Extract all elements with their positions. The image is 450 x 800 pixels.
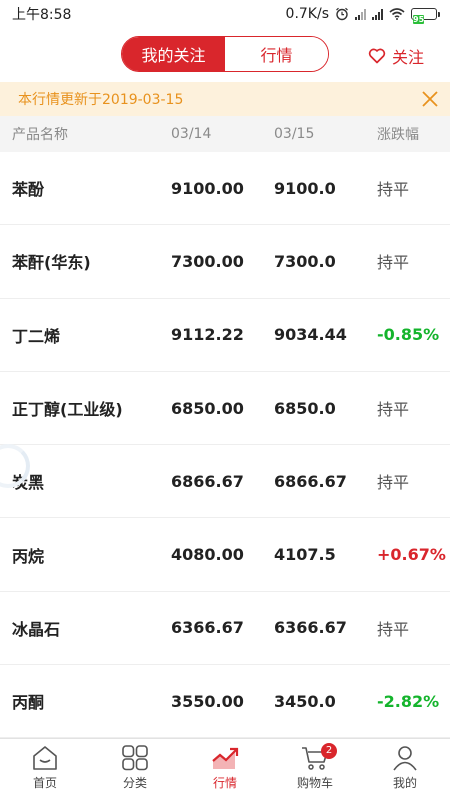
table-row[interactable]: 丙酮 3550.00 3450.0 -2.82%: [0, 665, 450, 739]
product-name: 丙烷: [12, 546, 45, 566]
close-icon[interactable]: [420, 89, 440, 109]
tabbar-label: 行情: [212, 776, 237, 790]
col-change: 涨跌幅: [377, 127, 419, 143]
status-time: 上午8:58: [12, 7, 72, 23]
bottom-tab-bar: 首页 分类 行情 2 购物车 我的: [0, 738, 450, 800]
price-prev: 9112.22: [171, 325, 244, 345]
product-name: 丙酮: [12, 693, 45, 713]
table-row[interactable]: 冰晶石 6366.67 6366.67 持平: [0, 592, 450, 666]
cart-badge: 2: [321, 743, 337, 759]
category-grid-icon: [122, 745, 148, 771]
header: 我的关注 行情 关注: [0, 28, 450, 82]
follow-button[interactable]: 关注: [368, 44, 424, 68]
price-curr: 6366.67: [274, 618, 347, 638]
price-prev: 6850.00: [171, 398, 244, 418]
price-change: 持平: [377, 619, 410, 639]
price-change: -0.85%: [377, 325, 440, 345]
alarm-icon: [336, 7, 348, 21]
wifi-icon: [389, 8, 405, 20]
price-change: 持平: [377, 473, 410, 493]
tabbar-item-cart[interactable]: 2 购物车: [270, 739, 360, 800]
net-speed: 0.7K/s: [285, 6, 329, 22]
heart-icon: [368, 48, 386, 64]
price-curr: 9100.0: [274, 178, 336, 198]
status-icons: 0.7K/s 95: [285, 6, 440, 24]
col-product-name: 产品名称: [12, 127, 68, 143]
price-curr: 6866.67: [274, 471, 347, 491]
price-prev: 6866.67: [171, 471, 244, 491]
signal-1-icon: [355, 8, 366, 20]
follow-label: 关注: [392, 48, 425, 67]
product-name: 正丁醇(工业级): [12, 400, 123, 420]
price-curr: 7300.0: [274, 251, 336, 271]
table-header: 产品名称 03/14 03/15 涨跌幅: [0, 116, 450, 152]
product-name: 苯酚: [12, 180, 45, 200]
tabbar-label: 购物车: [296, 776, 333, 790]
product-name: 苯酐(华东): [12, 253, 91, 273]
price-change: 持平: [377, 400, 410, 420]
tab-market[interactable]: 行情: [225, 37, 328, 71]
col-date-curr: 03/15: [274, 126, 315, 142]
price-curr: 6850.0: [274, 398, 336, 418]
market-trend-icon: [212, 747, 239, 769]
battery-level: 95: [413, 15, 425, 24]
tabbar-label: 分类: [122, 776, 147, 790]
tabbar-item-category[interactable]: 分类: [90, 739, 180, 800]
price-prev: 9100.00: [171, 178, 244, 198]
tab-my-follows[interactable]: 我的关注: [122, 37, 225, 71]
tabbar-item-home[interactable]: 首页: [0, 739, 90, 800]
user-icon: [393, 746, 417, 771]
table-row[interactable]: 正丁醇(工业级) 6850.00 6850.0 持平: [0, 372, 450, 446]
price-curr: 9034.44: [274, 325, 347, 345]
price-table: 苯酚 9100.00 9100.0 持平 苯酐(华东) 7300.00 7300…: [0, 152, 450, 739]
tabbar-label: 首页: [32, 776, 57, 790]
product-name: 丁二烯: [12, 326, 61, 346]
tabbar-label: 我的: [392, 776, 417, 790]
table-row[interactable]: 丙烷 4080.00 4107.5 +0.67%: [0, 518, 450, 592]
battery-icon: 95: [411, 8, 440, 24]
table-row[interactable]: 丁二烯 9112.22 9034.44 -0.85%: [0, 299, 450, 372]
status-bar: 上午8:58 0.7K/s 95: [0, 0, 450, 28]
col-date-prev: 03/14: [171, 126, 212, 142]
price-curr: 4107.5: [274, 545, 336, 565]
home-icon: [33, 746, 57, 770]
update-notice: 本行情更新于2019-03-15: [0, 82, 450, 116]
price-prev: 6366.67: [171, 618, 244, 638]
table-row[interactable]: 炭黑 6866.67 6866.67 持平: [0, 445, 450, 519]
price-change: +0.67%: [377, 545, 446, 565]
price-prev: 3550.00: [171, 691, 244, 711]
table-row[interactable]: 苯酚 9100.00 9100.0 持平: [0, 152, 450, 226]
price-change: 持平: [377, 180, 410, 200]
price-prev: 4080.00: [171, 545, 244, 565]
price-prev: 7300.00: [171, 251, 244, 271]
signal-2-icon: [372, 8, 383, 20]
product-name: 冰晶石: [12, 619, 61, 639]
price-change: -2.82%: [377, 691, 440, 711]
price-change: 持平: [377, 253, 410, 273]
table-row[interactable]: 苯酐(华东) 7300.00 7300.0 持平: [0, 225, 450, 299]
tabbar-item-market[interactable]: 行情: [180, 739, 270, 800]
notice-text: 本行情更新于2019-03-15: [18, 92, 184, 108]
tabbar-item-mine[interactable]: 我的: [360, 739, 450, 800]
segment-control: 我的关注 行情: [121, 36, 329, 72]
price-curr: 3450.0: [274, 691, 336, 711]
